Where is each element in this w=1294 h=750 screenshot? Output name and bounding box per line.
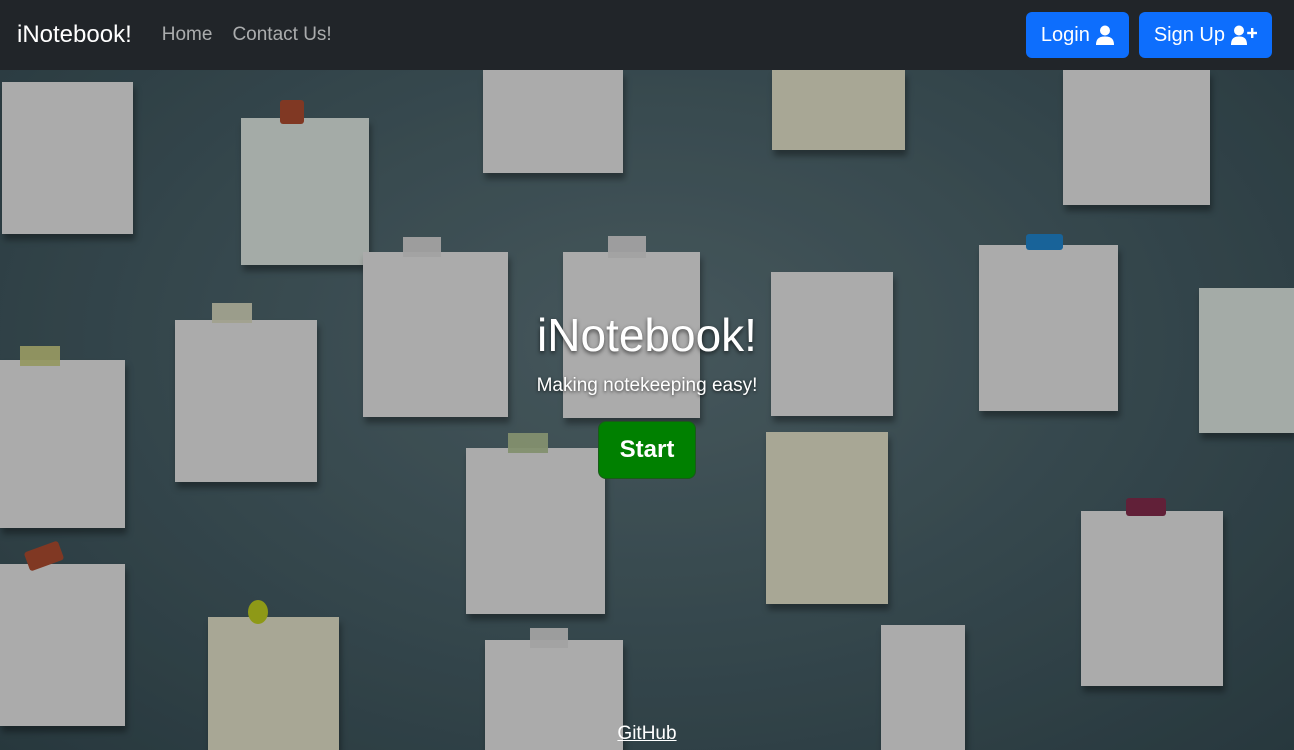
login-button[interactable]: Login	[1025, 12, 1129, 58]
start-button[interactable]: Start	[598, 421, 696, 479]
user-plus-icon	[1231, 25, 1257, 45]
hero-section: iNotebook! Making notekeeping easy! Star…	[0, 70, 1294, 750]
navbar: iNotebook! Home Contact Us! Login Sign U…	[0, 0, 1294, 70]
login-button-label: Login	[1040, 23, 1090, 46]
hero-content: iNotebook! Making notekeeping easy! Star…	[0, 70, 1294, 750]
hero-subtitle: Making notekeeping easy!	[536, 375, 758, 396]
user-icon	[1095, 25, 1114, 45]
github-link[interactable]: GitHub	[0, 723, 1294, 745]
signup-button-label: Sign Up	[1153, 23, 1225, 46]
brand-logo[interactable]: iNotebook!	[17, 21, 132, 49]
signup-button[interactable]: Sign Up	[1138, 12, 1272, 58]
nav-link-home[interactable]: Home	[162, 24, 213, 46]
nav-link-contact[interactable]: Contact Us!	[232, 24, 331, 46]
hero-title: iNotebook!	[537, 309, 757, 361]
